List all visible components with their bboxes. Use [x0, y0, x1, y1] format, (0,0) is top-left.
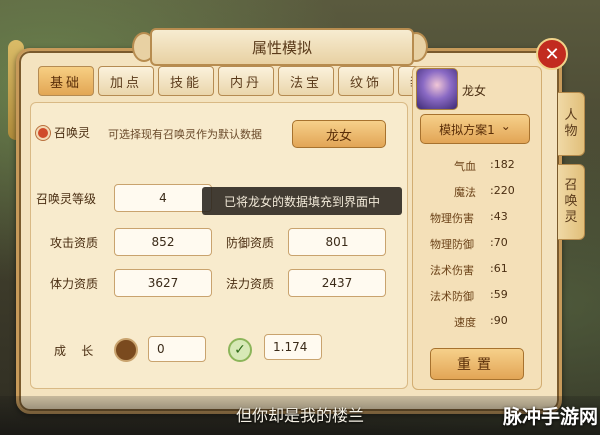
- tab-points[interactable]: 加点: [98, 66, 154, 96]
- select-summon-button[interactable]: 龙女: [292, 120, 386, 148]
- toast-message: 已将龙女的数据填充到界面中: [202, 187, 402, 215]
- defense-label: 防御资质: [226, 236, 275, 250]
- tab-treasure[interactable]: 法宝: [278, 66, 334, 96]
- hp-label: 体力资质: [50, 277, 99, 291]
- level-input[interactable]: 4: [114, 184, 212, 212]
- level-label: 召唤灵等级: [36, 192, 97, 206]
- growth-color-swatch[interactable]: [114, 338, 138, 362]
- plan-select-button[interactable]: 模拟方案1 ⌄: [420, 114, 530, 144]
- stat-value-hp: :182: [490, 158, 515, 171]
- tab-inner-core[interactable]: 内丹: [218, 66, 274, 96]
- stat-label-physical-defense: 物理防御: [430, 238, 474, 251]
- window-title-text: 属性模拟: [251, 38, 312, 57]
- stat-value-mp: :220: [490, 184, 515, 197]
- summon-option-label: 召唤灵: [54, 126, 91, 140]
- stat-label-physical-damage: 物理伤害: [430, 212, 474, 225]
- attack-label: 攻击资质: [50, 236, 99, 250]
- stat-label-speed: 速度: [454, 316, 476, 329]
- side-tab-character-label: 人物: [564, 108, 578, 139]
- growth-input-right[interactable]: 1.174: [264, 334, 322, 360]
- tab-basic[interactable]: 基础: [38, 66, 94, 96]
- tab-decoration[interactable]: 纹饰: [338, 66, 394, 96]
- site-watermark: 脉冲手游网: [502, 406, 598, 428]
- close-button[interactable]: ✕: [536, 38, 568, 70]
- side-tab-summon-label: 召唤灵: [564, 178, 578, 225]
- attack-input[interactable]: 852: [114, 228, 212, 256]
- checkmark-icon[interactable]: ✓: [228, 338, 252, 362]
- reset-button[interactable]: 重置: [430, 348, 524, 380]
- stat-value-physical-damage: :43: [490, 210, 508, 223]
- side-tab-summon[interactable]: 召唤灵: [558, 164, 585, 240]
- stat-label-mp: 魔法: [454, 186, 476, 199]
- close-icon: ✕: [544, 43, 560, 65]
- defense-input[interactable]: 801: [288, 228, 386, 256]
- chevron-down-icon: ⌄: [500, 119, 511, 133]
- stat-label-hp: 气血: [454, 160, 476, 173]
- hp-input[interactable]: 3627: [114, 269, 212, 297]
- stat-label-magic-defense: 法术防御: [430, 290, 474, 303]
- magic-label: 法力资质: [226, 277, 275, 291]
- stat-value-speed: :90: [490, 314, 508, 327]
- growth-label: 成 长: [54, 344, 94, 358]
- stat-value-magic-defense: :59: [490, 288, 508, 301]
- summon-hint: 可选择现有召唤灵作为默认数据: [108, 128, 262, 141]
- stat-value-physical-defense: :70: [490, 236, 508, 249]
- pet-avatar: [416, 68, 458, 110]
- summon-radio[interactable]: [36, 126, 50, 140]
- pet-name: 龙女: [462, 84, 487, 98]
- stat-value-magic-damage: :61: [490, 262, 508, 275]
- growth-input-left[interactable]: 0: [148, 336, 206, 362]
- tab-skills[interactable]: 技能: [158, 66, 214, 96]
- window-title: 属性模拟: [150, 28, 414, 66]
- magic-input[interactable]: 2437: [288, 269, 386, 297]
- stat-label-magic-damage: 法术伤害: [430, 264, 474, 277]
- plan-select-label: 模拟方案1: [439, 122, 495, 137]
- side-tab-character[interactable]: 人物: [558, 92, 585, 156]
- tab-bar: 基础 加点 技能 内丹 法宝 纹饰 装备: [38, 66, 454, 96]
